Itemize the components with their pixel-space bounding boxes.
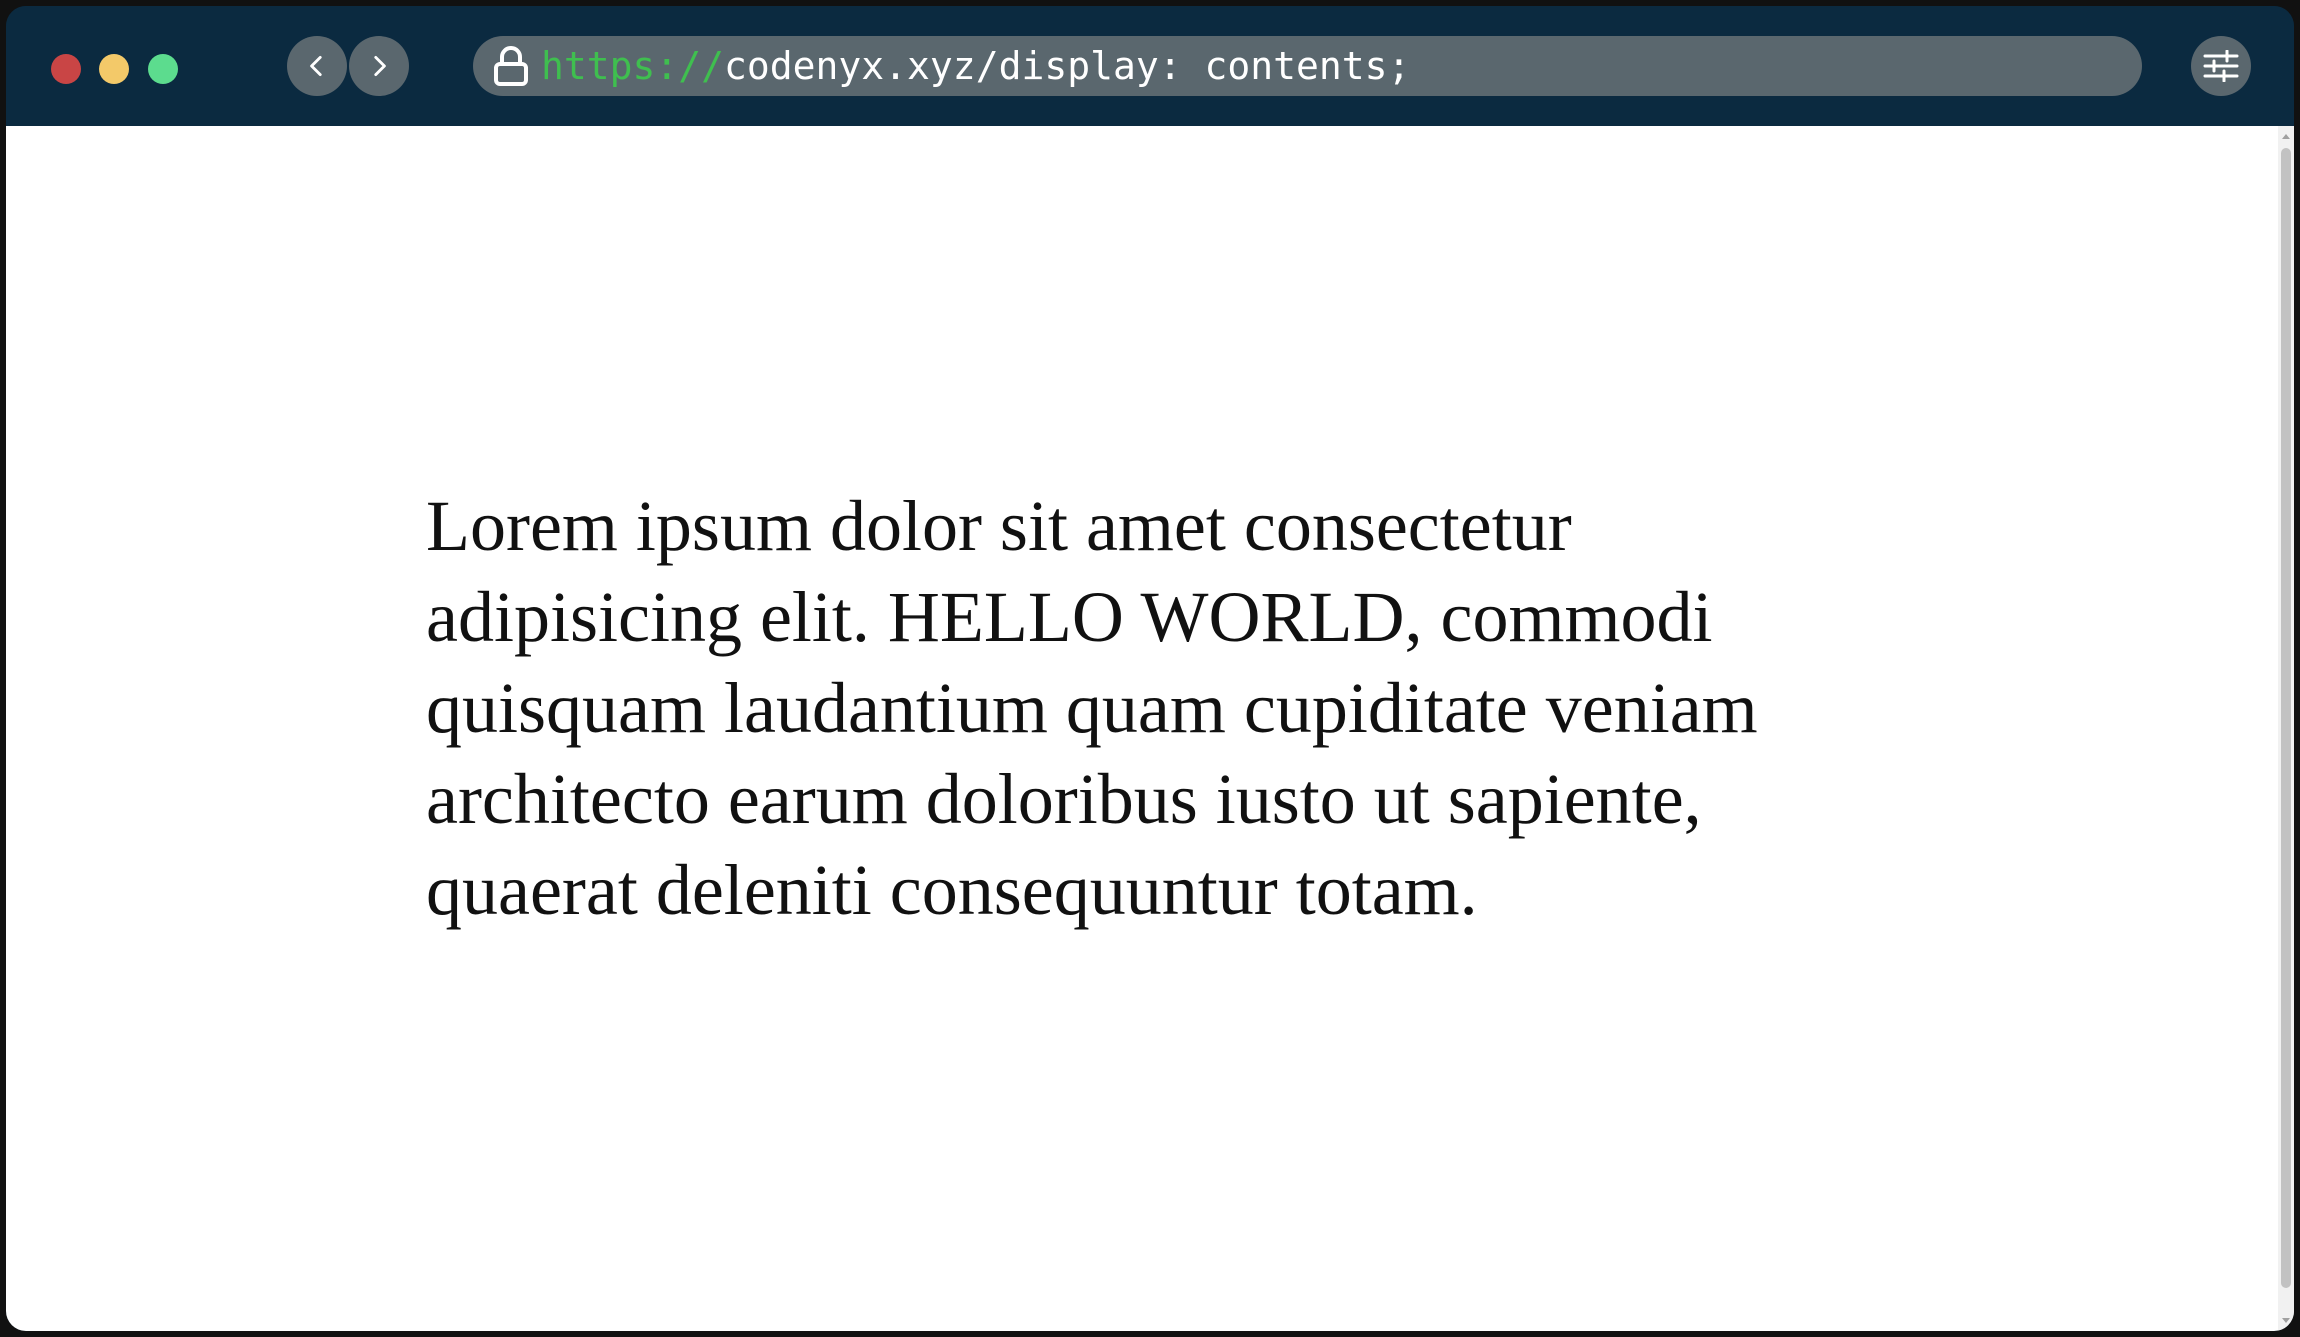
browser-window: https://codenyx.xyz/display: contents; L… xyxy=(6,6,2294,1331)
title-bar: https://codenyx.xyz/display: contents; xyxy=(6,6,2294,126)
minimize-window-button[interactable] xyxy=(99,54,129,84)
page-viewport: Lorem ipsum dolor sit amet consectetur a… xyxy=(6,126,2294,1331)
url-text[interactable]: https://codenyx.xyz/display: contents; xyxy=(541,36,1410,96)
url-scheme: https:// xyxy=(541,44,725,88)
close-window-button[interactable] xyxy=(51,54,81,84)
settings-button[interactable] xyxy=(2191,36,2251,96)
sliders-icon xyxy=(2203,50,2239,82)
vertical-scrollbar[interactable] xyxy=(2278,126,2294,1331)
scroll-down-icon[interactable] xyxy=(2282,1318,2290,1323)
address-bar[interactable]: https://codenyx.xyz/display: contents; xyxy=(473,36,2142,96)
lock-icon xyxy=(493,45,529,87)
forward-button[interactable] xyxy=(349,36,409,96)
url-path: codenyx.xyz/display: contents; xyxy=(724,44,1411,88)
back-button[interactable] xyxy=(287,36,347,96)
lorem-paragraph: Lorem ipsum dolor sit amet consectetur a… xyxy=(426,486,1758,930)
zoom-window-button[interactable] xyxy=(148,54,178,84)
chevron-left-icon xyxy=(310,55,322,77)
chevron-right-icon xyxy=(374,55,386,77)
scroll-thumb[interactable] xyxy=(2281,148,2291,1288)
scroll-up-icon[interactable] xyxy=(2282,134,2290,139)
